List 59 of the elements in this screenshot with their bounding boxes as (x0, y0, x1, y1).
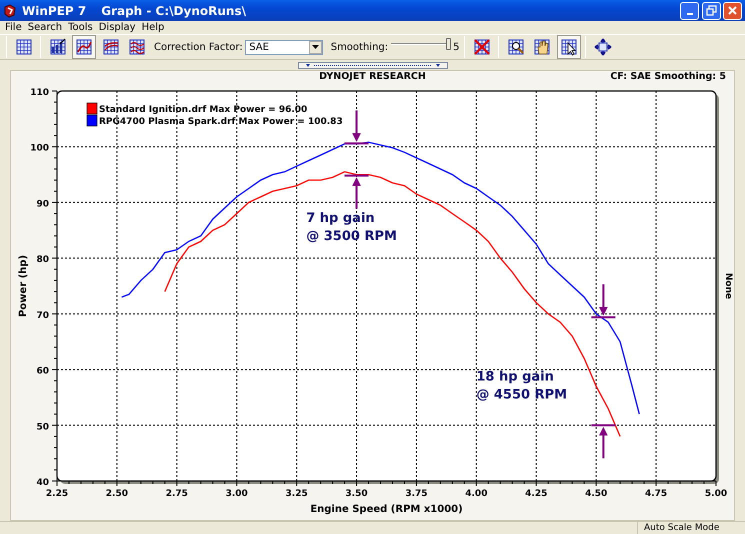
gain-annotation: @ 4550 RPM (476, 388, 568, 403)
window-title: Graph - C:\DynoRuns\ (101, 2, 246, 20)
gain-marker (591, 284, 616, 318)
gain-annotation: @ 3500 RPM (306, 228, 397, 244)
x-tick-label: 4.00 (465, 489, 488, 499)
chart-info: CF: SAE Smoothing: 5 (610, 70, 726, 84)
y-tick-label: 50 (36, 422, 49, 432)
pointer-icon[interactable] (556, 35, 581, 59)
x-tick-label: 4.50 (585, 489, 608, 499)
menu-item[interactable]: Help (138, 20, 168, 35)
x-axis-title: Engine Speed (RPM x1000) (310, 504, 463, 515)
app-title: WinPEP 7 (22, 2, 86, 20)
gain-annotation: 18 hp gain (476, 370, 554, 385)
smoothing-label: Smoothing: (330, 40, 388, 54)
legend-label: RPG4700 Plasma Spark.drf Max Power = 100.83 (99, 117, 343, 127)
x-tick-label: 3.25 (286, 489, 308, 499)
slider-thumb[interactable] (446, 38, 451, 50)
smoothing-value: 5 (453, 40, 460, 54)
menu-item[interactable]: Display (96, 20, 139, 35)
chart-header: DYNOJET RESEARCH (319, 70, 426, 84)
y-tick-label: 90 (36, 199, 49, 210)
y-tick-label: 100 (30, 144, 49, 154)
x-tick-label: 4.75 (644, 489, 668, 499)
x-tick-label: 5.00 (704, 489, 728, 499)
menu-item[interactable]: Search (24, 20, 66, 35)
correction-factor-label: Correction Factor: (154, 40, 243, 54)
y-axis-title: Power (hp) (18, 254, 29, 318)
status-text: Auto Scale Mode (637, 522, 745, 534)
y-tick-label: 110 (30, 88, 49, 98)
x-tick-label: 3.75 (405, 489, 428, 499)
menu-item[interactable]: Tools (65, 20, 96, 35)
gain-annotation: 7 hp gain (306, 210, 375, 226)
maximize-button[interactable] (702, 2, 720, 20)
menu-item[interactable]: File (2, 20, 25, 35)
legend-label: Standard Ignition.drf Max Power = 96.00 (99, 105, 308, 115)
maximize-icon (706, 5, 716, 16)
y-tick-label: 70 (36, 310, 49, 321)
x-tick-label: 3.50 (345, 489, 368, 499)
close-button[interactable] (723, 2, 742, 20)
splitter-handle[interactable] (298, 62, 448, 68)
minimize-button[interactable] (680, 2, 699, 20)
y-tick-label: 40 (36, 478, 49, 488)
x-tick-label: 2.25 (46, 489, 68, 499)
x-tick-label: 3.00 (226, 489, 248, 499)
minimize-icon (686, 13, 692, 15)
dropdown-arrow-icon (312, 45, 320, 49)
correction-factor-dropdown[interactable]: SAE (245, 40, 324, 54)
app-icon (3, 4, 17, 18)
right-axis-title: None (723, 272, 733, 300)
gain-marker (591, 424, 616, 458)
gain-marker (344, 110, 369, 144)
x-tick-label: 2.50 (106, 489, 128, 499)
y-tick-label: 80 (36, 255, 49, 266)
line-chart-icon[interactable] (72, 35, 96, 59)
gain-marker (344, 174, 369, 209)
y-tick-label: 60 (36, 366, 49, 377)
x-tick-label: 2.75 (166, 489, 188, 499)
close-icon (727, 5, 738, 16)
x-tick-label: 4.25 (525, 489, 548, 499)
